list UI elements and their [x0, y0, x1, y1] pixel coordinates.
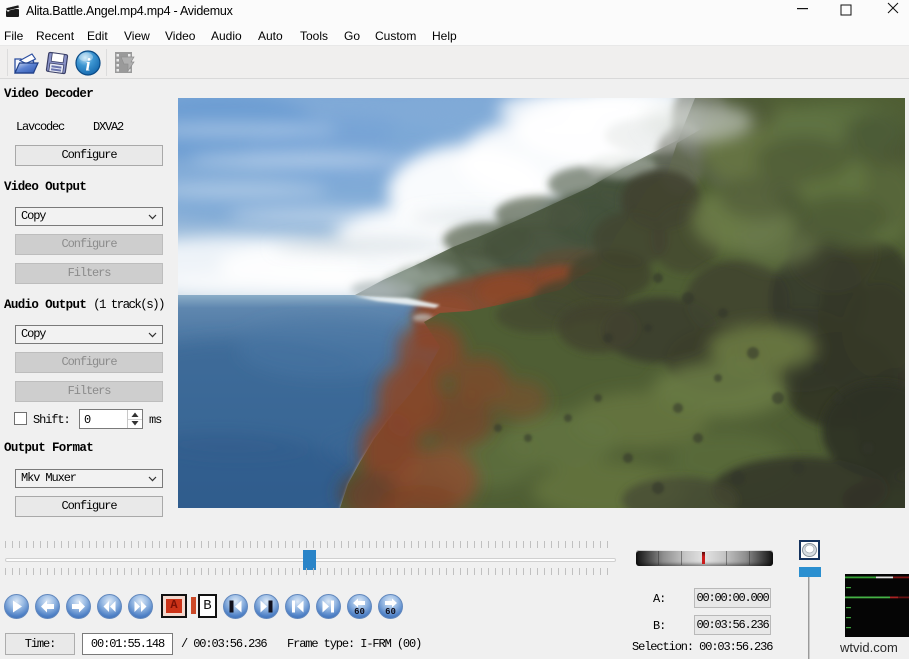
svg-text:60: 60	[385, 607, 396, 617]
svg-text:i: i	[85, 55, 90, 75]
svg-text:60: 60	[354, 607, 365, 617]
